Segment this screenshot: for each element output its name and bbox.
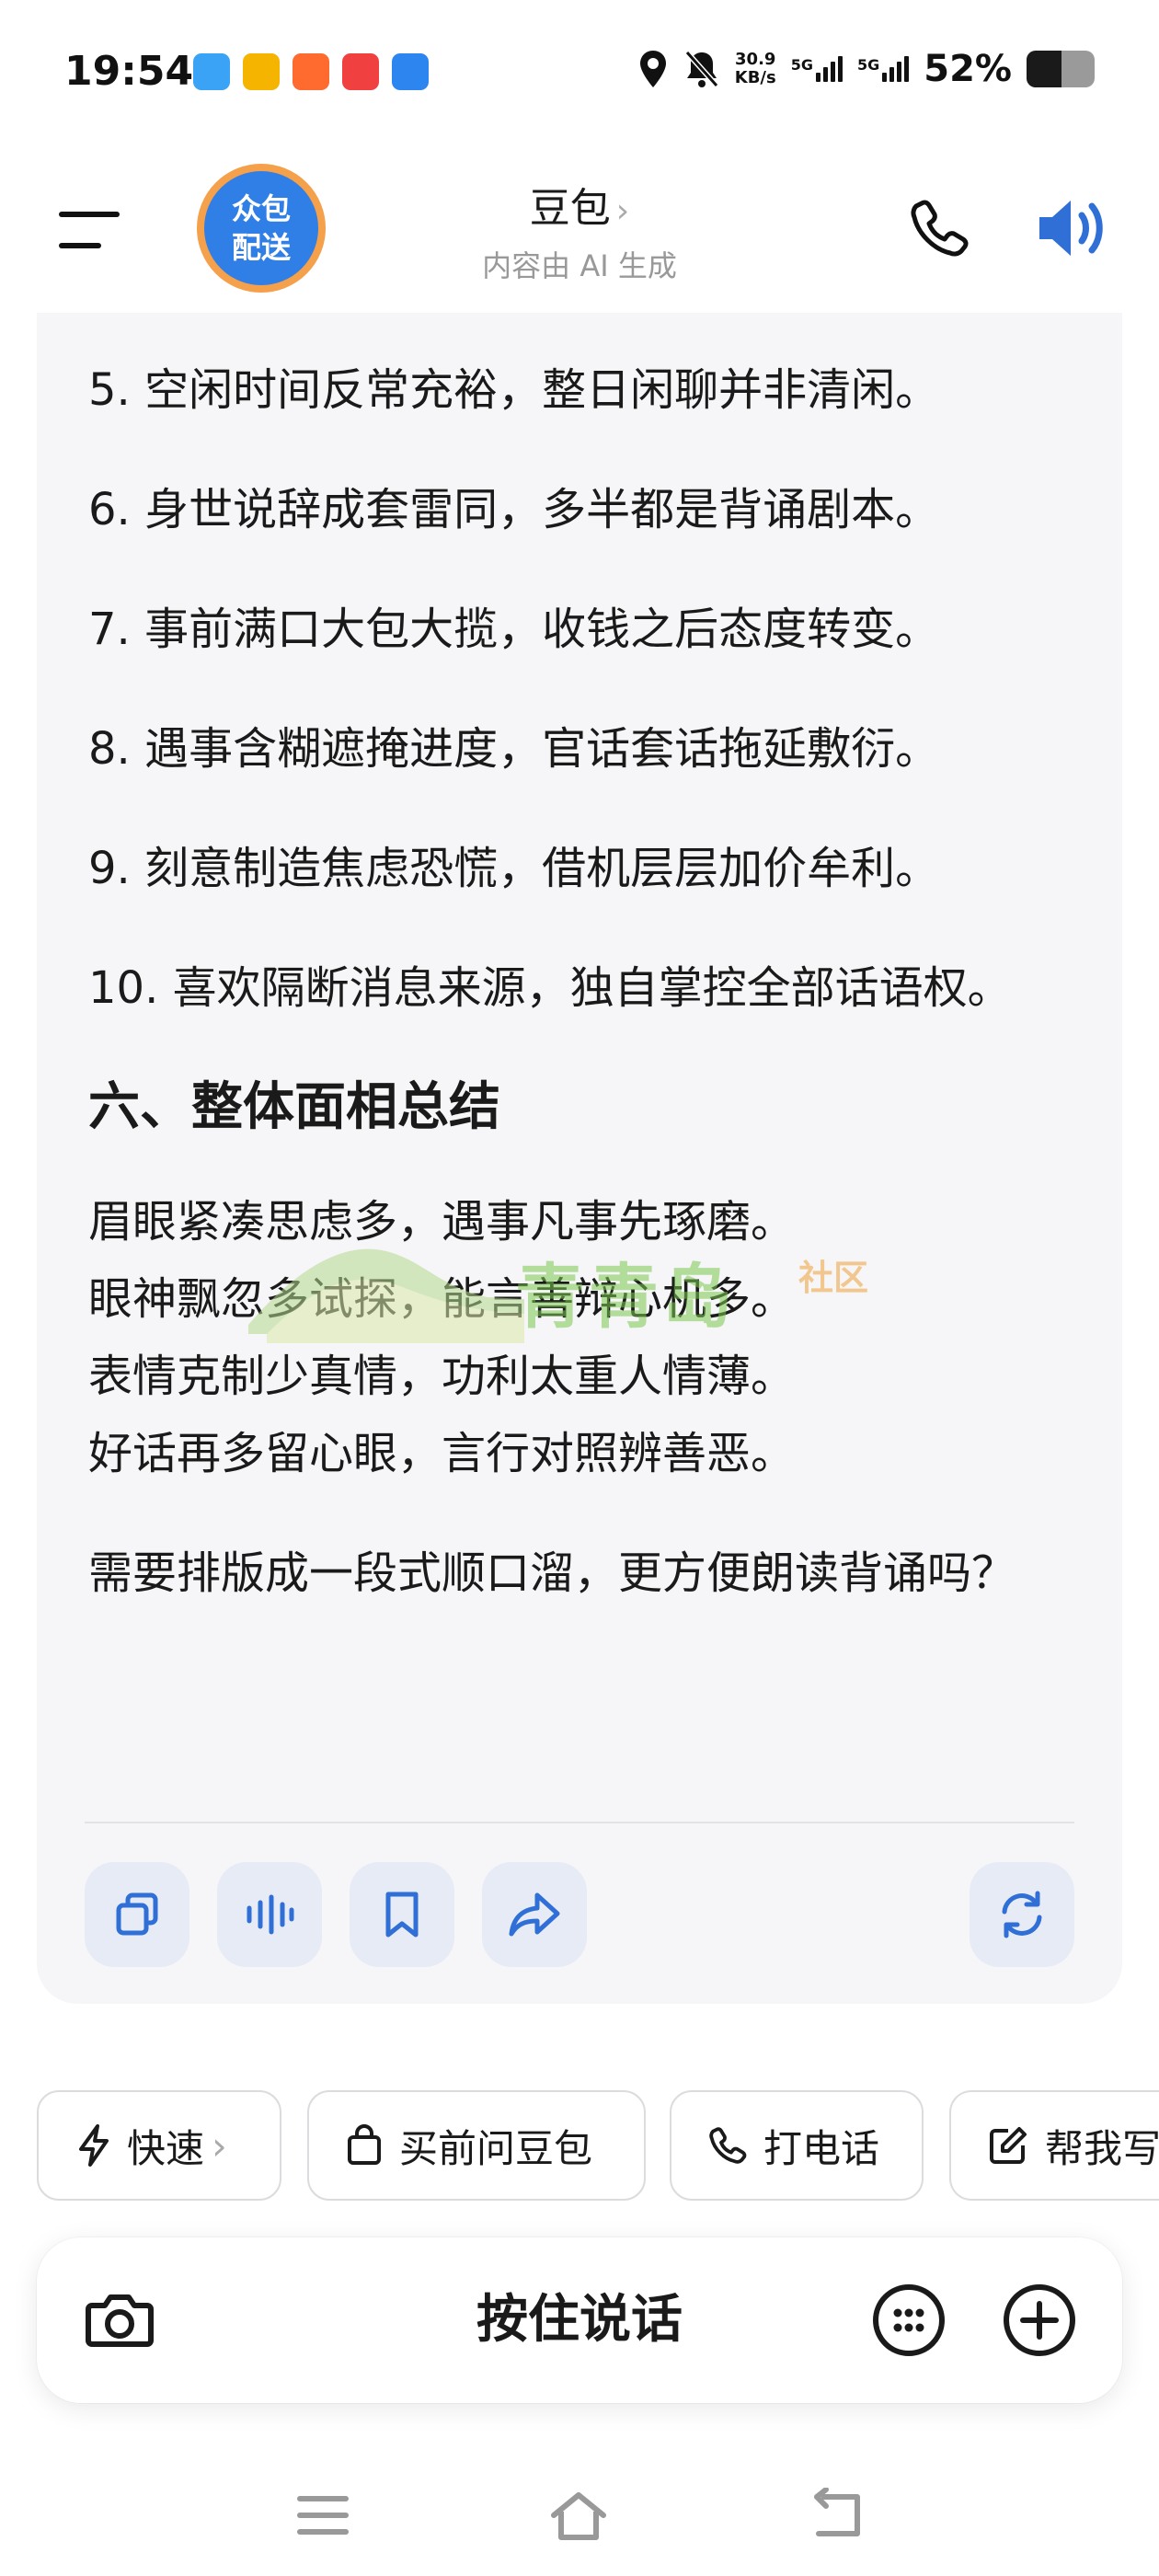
network-speed: 30.9 KB/s (735, 51, 776, 87)
back-icon[interactable] (806, 2488, 870, 2543)
app-notification-icon-5 (392, 53, 429, 90)
bookmark-icon (385, 1892, 419, 1938)
list-item-number: 10. (88, 962, 159, 1014)
chip-phone-call[interactable]: 打电话 (670, 2090, 924, 2201)
sim1-signal: 5G (791, 56, 843, 82)
list-item: 9. 刻意制造焦虑恐慌，借机层层加价牟利。 (88, 830, 1082, 907)
list-item-number: 6. (88, 484, 131, 535)
copy-button[interactable] (85, 1862, 189, 1967)
list-item: 5. 空闲时间反常充裕，整日闲聊并非清闲。 (88, 351, 1082, 429)
list-item: 7. 事前满口大包大揽，收钱之后态度转变。 (88, 591, 1082, 668)
emoji-icon[interactable] (868, 2280, 949, 2361)
chevron-right-icon: › (615, 192, 630, 230)
status-right: 30.9 KB/s 5G 5G 52% (637, 48, 1095, 90)
read-aloud-button[interactable] (217, 1862, 322, 1967)
chevron-right-icon: › (212, 2122, 227, 2168)
poem-line: 眉眼紧凑思虑多，遇事凡事先琢磨。 (88, 1196, 796, 1248)
network-speed-value: 30.9 (735, 50, 776, 69)
app-notification-icon-4 (342, 53, 379, 90)
list-item-text: 身世说辞成套雷同，多半都是背诵剧本。 (144, 484, 940, 535)
menu-icon[interactable] (59, 210, 120, 250)
status-time: 19:54 (64, 48, 194, 95)
sim2-signal: 5G (856, 56, 910, 82)
refresh-icon (1002, 1891, 1042, 1938)
list-item-text: 事前满口大包大揽，收钱之后态度转变。 (144, 604, 940, 655)
poem-line: 眼神飘忽多试探，能言善辩心机多。 (88, 1273, 796, 1325)
agent-avatar[interactable]: 众包 配送 (197, 164, 326, 293)
voice-wave-icon (247, 1894, 294, 1935)
chip-label: 打电话 (763, 2125, 880, 2171)
message-content: 5. 空闲时间反常充裕，整日闲聊并非清闲。 6. 身世说辞成套雷同，多半都是背诵… (88, 351, 1082, 1612)
avatar-text-line1: 众包 (231, 191, 291, 226)
chat-header: 众包 配送 豆包 › 内容由 AI 生成 (0, 147, 1159, 313)
signal-bars-icon (815, 56, 843, 82)
list-item-number: 7. (88, 604, 131, 655)
chip-label: 快速 (127, 2125, 205, 2171)
battery-percent: 52% (924, 48, 1012, 90)
ai-message-card: 5. 空闲时间反常充裕，整日闲聊并非清闲。 6. 身世说辞成套雷同，多半都是背诵… (37, 313, 1122, 2004)
ai-generated-notice: 内容由 AI 生成 (482, 248, 677, 283)
list-item-text: 刻意制造焦虑恐慌，借机层层加价牟利。 (144, 843, 940, 894)
bookmark-button[interactable] (350, 1862, 454, 1967)
recent-apps-icon[interactable] (291, 2488, 355, 2543)
list-item: 6. 身世说辞成套雷同，多半都是背诵剧本。 (88, 471, 1082, 548)
list-item: 8. 遇事含糊遮掩进度，官话套话拖延敷衍。 (88, 710, 1082, 788)
message-actions (85, 1862, 1074, 1967)
closing-question: 需要排版成一段式顺口溜，更方便朗读背诵吗？ (88, 1547, 1016, 1599)
divider (85, 1822, 1074, 1823)
poem-line: 表情克制少真情，功利太重人情薄。 (88, 1351, 796, 1402)
chat-title-text: 豆包 (529, 185, 611, 232)
chip-label: 买前问豆包 (399, 2125, 593, 2171)
list-item-text: 遇事含糊遮掩进度，官话套话拖延敷衍。 (144, 723, 940, 775)
network-speed-unit: KB/s (734, 68, 776, 87)
chat-title: 豆包 › (396, 175, 763, 234)
status-app-icons (193, 53, 429, 90)
input-bar: 按住说话 (37, 2237, 1122, 2403)
camera-icon[interactable] (79, 2280, 160, 2361)
lightning-icon (79, 2124, 109, 2167)
list-item-number: 9. (88, 843, 131, 894)
sim1-label: 5G (790, 56, 813, 74)
list-item-number: 8. (88, 723, 131, 775)
regenerate-button[interactable] (970, 1862, 1074, 1967)
share-icon (509, 1892, 560, 1937)
poem-line: 好话再多留心眼，言行对照辨善恶。 (88, 1428, 796, 1479)
phone-icon[interactable] (909, 198, 970, 259)
hold-to-talk-button[interactable]: 按住说话 (37, 2237, 1122, 2403)
list-item-text: 喜欢隔断消息来源，独自掌控全部话语权。 (172, 962, 1012, 1014)
chip-label: 帮我写 (1045, 2125, 1159, 2171)
section-heading: 六、整体面相总结 (88, 1077, 500, 1137)
chat-title-block[interactable]: 豆包 › 内容由 AI 生成 (396, 175, 763, 285)
mute-bell-icon (684, 51, 718, 87)
avatar-text-line2: 配送 (231, 230, 291, 265)
list-item: 10. 喜欢隔断消息来源，独自掌控全部话语权。 (88, 949, 1082, 1027)
app-notification-icon-2 (243, 53, 280, 90)
share-button[interactable] (482, 1862, 587, 1967)
quick-chips: 快速 › 买前问豆包 打电话 帮我写 (37, 2090, 1159, 2201)
sim2-label: 5G (856, 56, 880, 74)
plus-icon[interactable] (999, 2280, 1080, 2361)
chip-help-write[interactable]: 帮我写 (949, 2090, 1159, 2201)
system-nav-bar (0, 2447, 1159, 2576)
home-icon[interactable] (546, 2488, 611, 2543)
phone-icon (709, 2127, 747, 2164)
copy-icon (116, 1892, 158, 1936)
edit-icon (990, 2127, 1027, 2164)
chip-fast-mode[interactable]: 快速 › (37, 2090, 281, 2201)
chip-ask-before-buy[interactable]: 买前问豆包 (307, 2090, 646, 2201)
app-notification-icon-3 (293, 53, 329, 90)
signal-bars-icon (882, 56, 910, 82)
list-item-number: 5. (88, 364, 131, 416)
app-notification-icon-1 (193, 53, 230, 90)
list-item-text: 空闲时间反常充裕，整日闲聊并非清闲。 (144, 364, 940, 416)
battery-icon (1027, 51, 1095, 87)
shopping-bag-icon (348, 2124, 381, 2165)
status-bar: 19:54 30.9 KB/s 5G 5G 52% (0, 0, 1159, 147)
speaker-icon[interactable] (1034, 193, 1107, 263)
location-icon (639, 51, 666, 87)
